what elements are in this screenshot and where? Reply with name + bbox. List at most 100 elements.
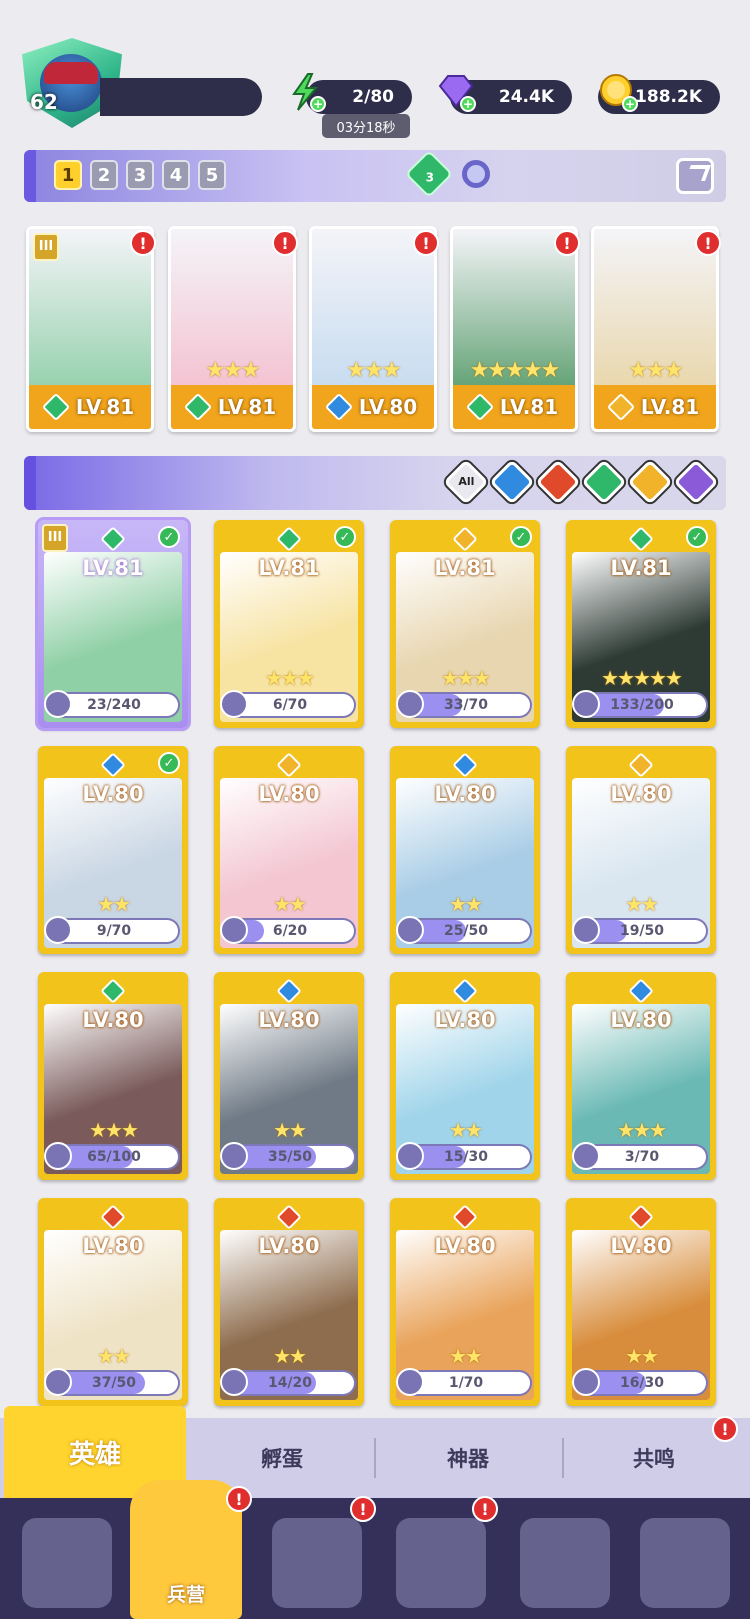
hero-stars: ★★★ bbox=[441, 666, 491, 690]
filter-all-label: All bbox=[458, 475, 475, 489]
hero-level: LV.80 bbox=[258, 782, 320, 806]
hero-stars: ★★ bbox=[449, 1344, 483, 1368]
team-page-1[interactable]: 1 bbox=[54, 160, 82, 190]
hero-stars: ★★ bbox=[449, 1118, 483, 1142]
fire-element-icon bbox=[628, 1204, 654, 1230]
svg-text:+: + bbox=[313, 97, 323, 111]
hero-level: LV.80 bbox=[434, 782, 496, 806]
hero-card[interactable]: LV.80 ★★ 15/30 bbox=[390, 972, 540, 1180]
team-level-text: LV.81 bbox=[217, 395, 277, 419]
nav-cards-icon[interactable] bbox=[22, 1518, 112, 1608]
team-member-level: LV.81 bbox=[171, 385, 293, 429]
light-element-icon bbox=[606, 392, 635, 422]
hero-stars: ★★ bbox=[449, 892, 483, 916]
team-member-card[interactable]: LV.81 III bbox=[26, 226, 154, 432]
nav-barracks-label: 兵营 bbox=[166, 1584, 205, 1606]
water-element-icon bbox=[100, 752, 126, 778]
hero-card[interactable]: ✓ LV.81 ★★★ 33/70 bbox=[390, 520, 540, 728]
hero-card[interactable]: LV.80 ★★ 14/20 bbox=[214, 1198, 364, 1406]
team-page-3[interactable]: 3 bbox=[126, 160, 154, 190]
player-name-bar[interactable] bbox=[100, 78, 262, 116]
hero-card[interactable]: ✓ LV.81 ★★★★★ 133/200 bbox=[566, 520, 716, 728]
hero-stars: ★★★ bbox=[628, 358, 683, 383]
hero-shard-icon bbox=[44, 690, 72, 718]
hero-card[interactable]: ✓ LV.80 ★★ 9/70 bbox=[38, 746, 188, 954]
filter-water-icon[interactable] bbox=[489, 459, 535, 505]
team-member-level: LV.81 bbox=[29, 385, 151, 429]
fire-element-icon bbox=[452, 1204, 478, 1230]
hero-shard-icon bbox=[572, 916, 600, 944]
nature-element-icon bbox=[276, 526, 302, 552]
filter-fire-icon[interactable] bbox=[535, 459, 581, 505]
hero-shard-icon bbox=[220, 690, 248, 718]
hero-stars: ★★★ bbox=[265, 666, 315, 690]
gold-plus-icon[interactable]: + bbox=[596, 70, 640, 114]
hero-level: LV.80 bbox=[610, 1008, 672, 1032]
team-member-card[interactable]: ★★★ LV.81 bbox=[168, 226, 296, 432]
water-element-icon bbox=[276, 978, 302, 1004]
upgrade-alert-icon: ! bbox=[554, 230, 580, 256]
hero-stars: ★★★ bbox=[89, 1118, 139, 1142]
check-icon: ✓ bbox=[334, 526, 356, 548]
nature-element-icon bbox=[628, 526, 654, 552]
share-icon[interactable] bbox=[676, 158, 714, 194]
filter-nature-icon[interactable] bbox=[581, 459, 627, 505]
rank-badge: III bbox=[33, 233, 59, 261]
nav-guild-icon[interactable] bbox=[520, 1518, 610, 1608]
search-icon[interactable] bbox=[462, 160, 490, 188]
hero-card[interactable]: LV.80 ★★ 1/70 bbox=[390, 1198, 540, 1406]
hero-stars: ★★ bbox=[97, 1344, 131, 1368]
hero-card[interactable]: LV.80 ★★★ 3/70 bbox=[566, 972, 716, 1180]
team-member-level: LV.80 bbox=[312, 385, 434, 429]
hero-stars: ★★ bbox=[97, 892, 131, 916]
hero-card[interactable]: LV.80 ★★ 19/50 bbox=[566, 746, 716, 954]
fire-element-icon bbox=[100, 1204, 126, 1230]
hero-level: LV.80 bbox=[82, 782, 144, 806]
gem-plus-icon[interactable]: + bbox=[434, 70, 478, 114]
hero-stars: ★★★ bbox=[617, 1118, 667, 1142]
hero-shard-icon bbox=[220, 916, 248, 944]
team-member-card[interactable]: ★★★★★ LV.81 bbox=[450, 226, 578, 432]
element-filter-bar: All bbox=[24, 456, 726, 510]
hero-card[interactable]: LV.80 ★★ 16/30 bbox=[566, 1198, 716, 1406]
nav-castle-icon[interactable] bbox=[396, 1518, 486, 1608]
hero-shard-icon bbox=[44, 1368, 72, 1396]
nav-map-icon[interactable] bbox=[272, 1518, 362, 1608]
barracks-alert-icon: ! bbox=[226, 1486, 252, 1512]
hero-card[interactable]: LV.80 ★★★ 65/100 bbox=[38, 972, 188, 1180]
nav-banner-icon[interactable] bbox=[640, 1518, 730, 1608]
tab-artifacts[interactable]: 神器 bbox=[376, 1418, 560, 1498]
team-member-card[interactable]: ★★★ LV.81 bbox=[591, 226, 719, 432]
avatar-cap bbox=[44, 62, 98, 84]
team-page-4[interactable]: 4 bbox=[162, 160, 190, 190]
hero-card[interactable]: LV.80 ★★ 35/50 bbox=[214, 972, 364, 1180]
fire-element-icon bbox=[276, 1204, 302, 1230]
hero-stars: ★★ bbox=[625, 1344, 659, 1368]
team-gem-icon[interactable]: 3 bbox=[404, 149, 454, 199]
energy-plus-icon[interactable]: + bbox=[284, 70, 328, 114]
filter-all[interactable]: All bbox=[443, 459, 489, 505]
nature-element-icon bbox=[183, 392, 212, 422]
map-alert-icon: ! bbox=[350, 1496, 376, 1522]
hero-card[interactable]: LV.80 ★★ 25/50 bbox=[390, 746, 540, 954]
hero-level: LV.80 bbox=[610, 1234, 672, 1258]
hero-stars: ★★★ bbox=[346, 358, 401, 383]
hero-shard-icon bbox=[396, 916, 424, 944]
team-page-5[interactable]: 5 bbox=[198, 160, 226, 190]
filter-light-icon[interactable] bbox=[627, 459, 673, 505]
hero-card[interactable]: ✓ LV.81 ★★★ 6/70 bbox=[214, 520, 364, 728]
bar-stripe bbox=[24, 150, 36, 202]
hero-shard-icon bbox=[44, 916, 72, 944]
hero-level: LV.80 bbox=[82, 1008, 144, 1032]
hero-level: LV.80 bbox=[258, 1008, 320, 1032]
hero-stars: ★★ bbox=[273, 1344, 307, 1368]
hero-card[interactable]: LV.80 ★★ 6/20 bbox=[214, 746, 364, 954]
hero-card[interactable]: LV.80 ★★ 37/50 bbox=[38, 1198, 188, 1406]
hero-card[interactable]: ✓ III LV.81 23/240 bbox=[35, 517, 191, 731]
team-member-level: LV.81 bbox=[594, 385, 716, 429]
team-page-2[interactable]: 2 bbox=[90, 160, 118, 190]
gem-value: 24.4K bbox=[498, 87, 554, 107]
team-member-card[interactable]: ★★★ LV.80 bbox=[309, 226, 437, 432]
filter-dark-icon[interactable] bbox=[673, 459, 719, 505]
light-element-icon bbox=[452, 526, 478, 552]
